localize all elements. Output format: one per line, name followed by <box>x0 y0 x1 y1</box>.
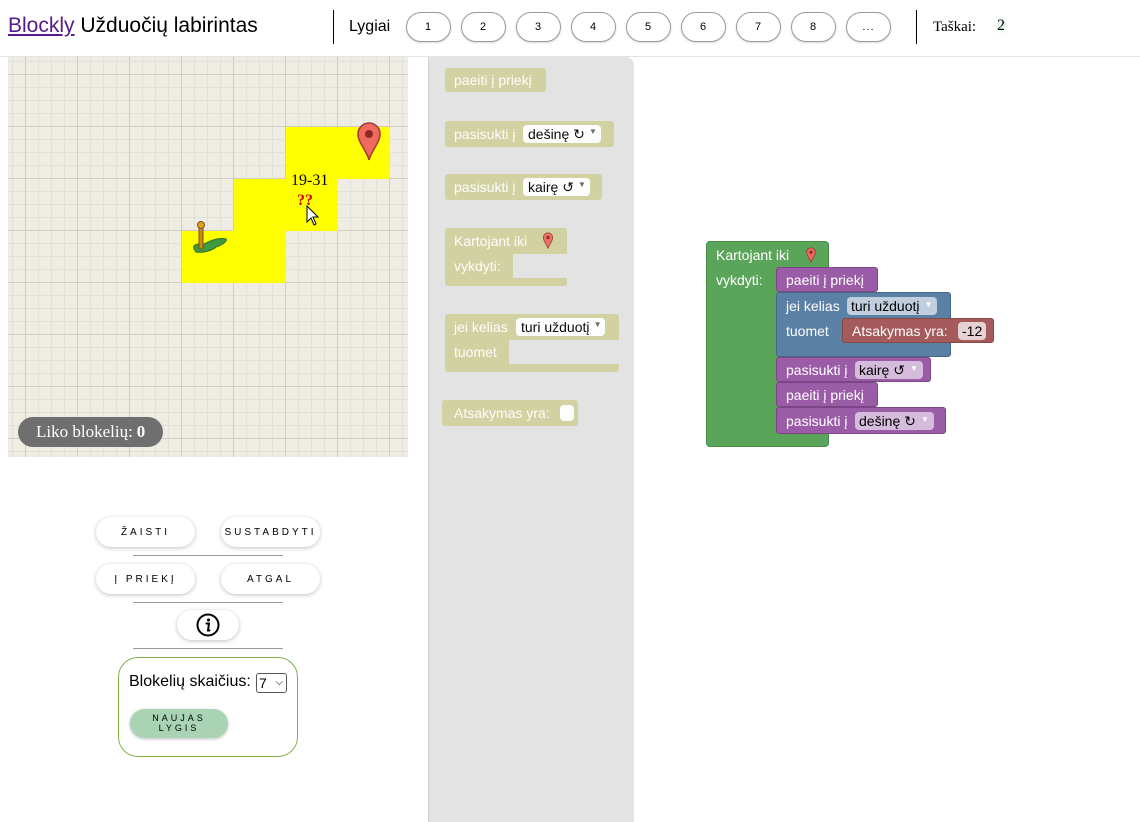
goal-marker-icon <box>357 122 381 161</box>
block-label: Atsakymas yra: <box>454 405 550 421</box>
block-label: jei kelias <box>786 298 840 314</box>
turn-direction-dropdown[interactable]: kairę ↺ ▼ <box>523 178 590 196</box>
block-body <box>445 278 567 286</box>
step-forward-button[interactable]: Į PRIEKĮ <box>96 564 195 594</box>
block-label: Kartojant iki <box>716 247 790 263</box>
title-text: Užduočių labirintas <box>74 14 258 37</box>
remaining-blocks-badge: Liko blokelių: 0 <box>18 417 164 447</box>
header-bar: Blockly Užduočių labirintas Lygiai 1 2 3… <box>0 0 1140 57</box>
points-value: 2 <box>997 17 1005 34</box>
caret-down-icon: ▼ <box>578 180 586 189</box>
turn-right-block[interactable]: pasisukti į dešinę ↻ ▼ <box>776 407 946 434</box>
block-body <box>445 364 619 372</box>
block-label: pasisukti į <box>454 179 516 195</box>
dropdown-value: dešinę ↻ <box>859 412 916 429</box>
divider <box>133 602 283 603</box>
block-label: tuomet <box>786 323 829 339</box>
toolbox-flyout: paeiti į priekį pasisukti į dešinę ↻ ▼ pa… <box>428 57 634 822</box>
block-count-select[interactable]: 7 ⌵ <box>256 673 287 693</box>
turn-direction-dropdown[interactable]: dešinę ↻ ▼ <box>855 412 934 430</box>
block-count-label: Blokelių skaičius: <box>129 673 251 690</box>
block-count-value: 7 <box>259 675 267 691</box>
path-cell <box>234 179 286 231</box>
page-title: Blockly Užduočių labirintas <box>8 14 258 38</box>
dropdown-value: kairę ↺ <box>528 178 574 195</box>
goal-marker-icon <box>542 232 554 249</box>
turn-left-block[interactable]: pasisukti į kairę ↺ ▼ <box>776 357 931 382</box>
answer-block[interactable]: Atsakymas yra: -12 <box>842 318 994 343</box>
divider <box>133 648 283 649</box>
toolbox-answer-block[interactable]: Atsakymas yra: <box>442 400 578 426</box>
new-level-button[interactable]: NAUJAS LYGIS <box>130 709 228 738</box>
info-icon <box>196 613 220 637</box>
dropdown-value: kairę ↺ <box>859 361 905 378</box>
move-forward-block[interactable]: paeiti į priekį <box>776 267 878 292</box>
block-label: pasisukti į <box>786 362 848 378</box>
block-label: paeiti į priekį <box>786 272 864 288</box>
turn-direction-dropdown[interactable]: kairę ↺ ▼ <box>855 361 923 379</box>
task-expression: 19-31 <box>291 172 329 189</box>
caret-down-icon: ▼ <box>924 300 933 309</box>
maze-board: 19-31 ?? Liko blokelių: 0 <box>8 57 408 457</box>
caret-down-icon: ▼ <box>588 127 597 136</box>
level-button-5[interactable]: 5 <box>626 12 671 42</box>
move-forward-block[interactable]: paeiti į priekį <box>776 382 878 407</box>
mouse-cursor-icon <box>306 205 320 226</box>
remaining-label: Liko blokelių: <box>36 422 133 441</box>
turn-direction-dropdown[interactable]: dešinę ↻ ▼ <box>523 125 601 143</box>
level-button-2[interactable]: 2 <box>461 12 506 42</box>
level-button-3[interactable]: 3 <box>516 12 561 42</box>
dropdown-value: turi užduotį <box>851 298 920 314</box>
block-label: pasisukti į <box>454 126 516 142</box>
toolbox-turn-left-block[interactable]: pasisukti į kairę ↺ ▼ <box>445 174 602 200</box>
block-label: Kartojant iki <box>454 233 528 249</box>
stop-button[interactable]: SUSTABDYTI <box>221 517 320 547</box>
levels-label: Lygiai <box>349 18 391 35</box>
header-divider <box>333 10 334 44</box>
level-button-6[interactable]: 6 <box>681 12 726 42</box>
new-level-panel: Blokelių skaičius: 7 ⌵ NAUJAS LYGIS <box>118 657 298 757</box>
divider <box>133 555 283 556</box>
block-label: paeiti į priekį <box>454 72 532 88</box>
goal-marker-icon <box>806 247 816 263</box>
level-button-7[interactable]: 7 <box>736 12 781 42</box>
answer-input[interactable]: -12 <box>958 322 987 340</box>
caret-down-icon: ▼ <box>910 364 918 373</box>
caret-down-icon: ▼ <box>593 320 602 329</box>
dropdown-value: turi užduotį <box>521 319 590 335</box>
level-button-more[interactable]: ... <box>846 12 891 42</box>
toolbox-turn-right-block[interactable]: pasisukti į dešinę ↻ ▼ <box>445 121 614 147</box>
player-icon <box>193 221 227 253</box>
path-cell <box>234 231 286 283</box>
block-label: pasisukti į <box>786 413 848 429</box>
toolbox-if-block[interactable]: jei kelias turi užduotį ▼ tuomet <box>445 314 619 372</box>
block-label: vykdyti: <box>716 272 763 288</box>
chevron-down-icon: ⌵ <box>275 677 283 688</box>
block-label: tuomet <box>454 344 497 360</box>
header-divider <box>916 10 917 44</box>
block-label: Atsakymas yra: <box>852 323 948 339</box>
path-condition-dropdown[interactable]: turi užduotį ▼ <box>516 318 606 336</box>
level-button-1[interactable]: 1 <box>406 12 451 42</box>
info-button[interactable] <box>177 610 239 640</box>
dropdown-value: dešinę ↻ <box>528 125 585 142</box>
toolbox-repeat-block[interactable]: Kartojant iki vykdyti: <box>445 228 567 286</box>
answer-value: -12 <box>962 323 983 339</box>
path-condition-dropdown[interactable]: turi užduotį ▼ <box>847 297 938 315</box>
play-button[interactable]: ŽAISTI <box>96 517 195 547</box>
block-label: jei kelias <box>454 319 508 335</box>
remaining-value: 0 <box>136 422 146 441</box>
block-label: vykdyti: <box>454 258 501 274</box>
caret-down-icon: ▼ <box>920 415 929 424</box>
level-button-4[interactable]: 4 <box>571 12 616 42</box>
answer-input[interactable] <box>560 405 574 421</box>
step-back-button[interactable]: ATGAL <box>221 564 320 594</box>
block-label: paeiti į priekį <box>786 387 864 403</box>
level-button-8[interactable]: 8 <box>791 12 836 42</box>
points-label: Taškai: <box>933 19 977 35</box>
blockly-link[interactable]: Blockly <box>8 14 75 37</box>
toolbox-move-forward-block[interactable]: paeiti į priekį <box>445 68 546 92</box>
